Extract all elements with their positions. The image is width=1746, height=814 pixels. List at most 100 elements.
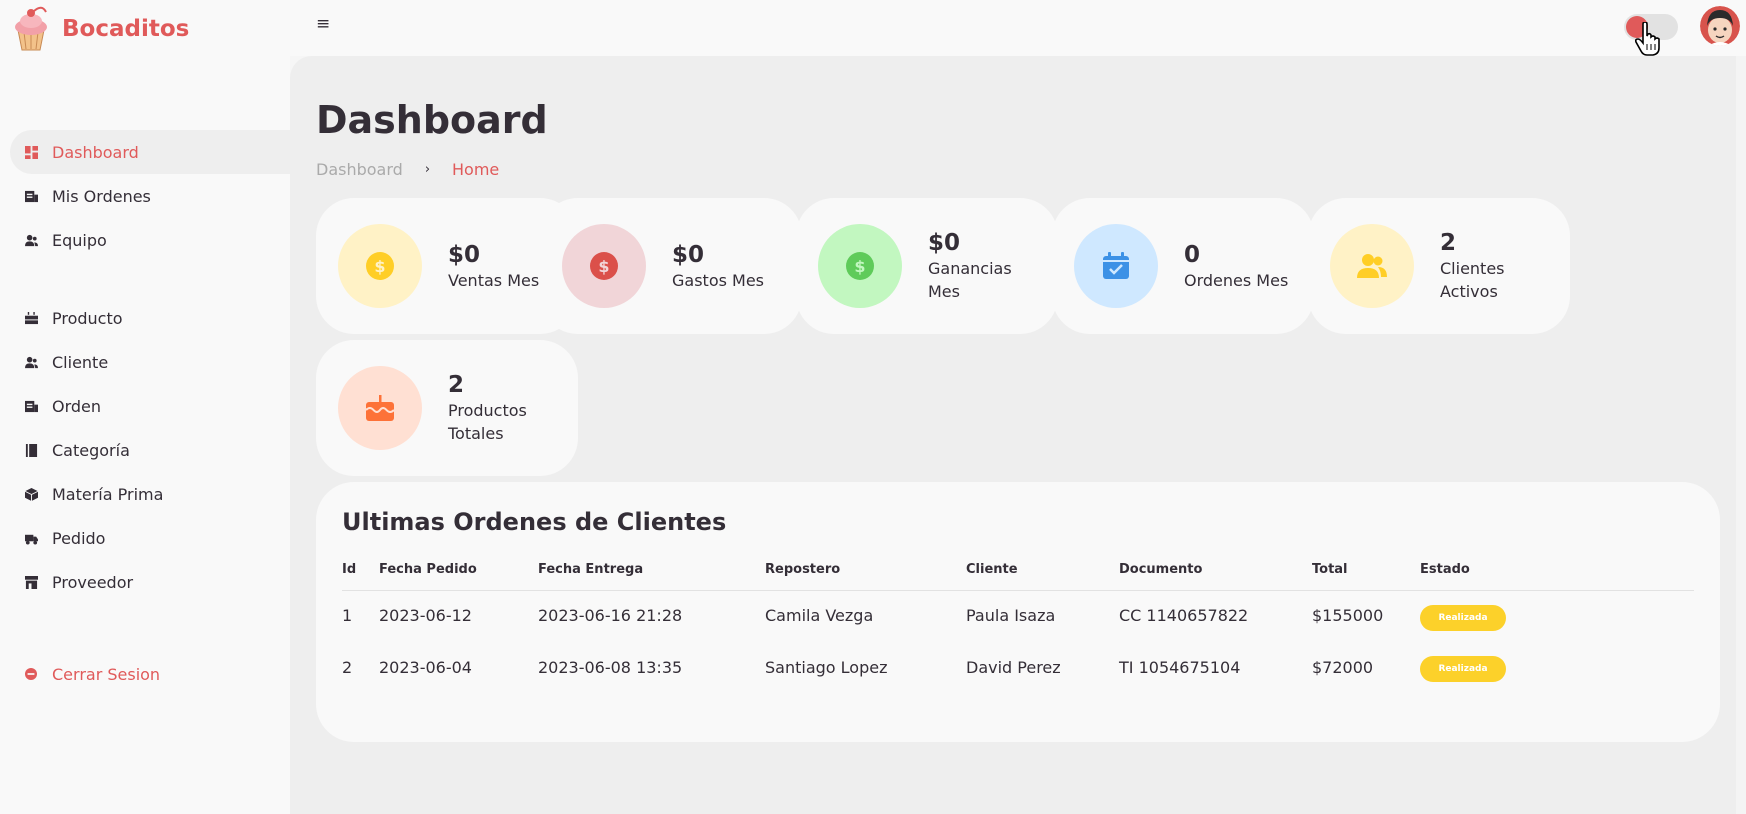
dollar-coin-icon: $ — [338, 224, 422, 308]
column-header-id[interactable]: Id — [342, 562, 356, 577]
svg-text:$: $ — [374, 257, 385, 276]
cell-repostero: Camila Vezga — [765, 606, 874, 625]
stat-card-ganancias: $ $0 Ganancias Mes — [796, 198, 1058, 334]
book-icon — [24, 443, 38, 457]
cell-repostero: Santiago Lopez — [765, 658, 888, 677]
cell-cliente: David Perez — [966, 658, 1061, 677]
stat-card-gastos: $ $0 Gastos Mes — [540, 198, 802, 334]
column-header-fecha-entrega[interactable]: Fecha Entrega — [538, 562, 643, 577]
stat-label: Ventas Mes — [448, 270, 540, 290]
sidebar-item-mis-ordenes[interactable]: Mis Ordenes — [10, 174, 290, 218]
sidebar-item-label: Cliente — [52, 352, 109, 372]
box-icon — [24, 487, 38, 501]
cell-fecha-pedido: 2023-06-12 — [379, 606, 472, 625]
users-icon — [24, 233, 38, 247]
breadcrumb: Dashboard › Home — [316, 160, 499, 179]
brand-name: Bocaditos — [62, 16, 190, 42]
avatar-icon — [1700, 6, 1740, 46]
sidebar: Dashboard Mis Ordenes Equipo Producto Cl… — [0, 56, 290, 814]
top-navbar: Bocaditos ≡ — [0, 0, 1746, 56]
column-header-documento[interactable]: Documento — [1119, 562, 1202, 577]
sidebar-item-materia-prima[interactable]: Matería Prima — [10, 472, 290, 516]
sidebar-menu-main: Producto Cliente Orden Categoría Matería… — [10, 296, 290, 604]
stat-value: 2 — [448, 372, 465, 398]
stat-label: Ganancias Mes — [928, 259, 1012, 301]
sidebar-item-label: Orden — [52, 396, 102, 416]
cell-id: 1 — [342, 606, 353, 625]
sidebar-item-categoria[interactable]: Categoría — [10, 428, 290, 472]
main-content: Dashboard Dashboard › Home $ $0 Ventas M… — [290, 56, 1736, 814]
user-avatar[interactable] — [1700, 6, 1740, 46]
logout-icon — [24, 667, 38, 681]
cell-fecha-pedido: 2023-06-04 — [379, 658, 472, 677]
stat-value: $0 — [448, 241, 481, 268]
svg-text:$: $ — [854, 257, 865, 276]
store-icon — [24, 575, 38, 589]
orders-title: Ultimas Ordenes de Clientes — [342, 508, 727, 536]
sidebar-menu-top: Dashboard Mis Ordenes Equipo — [10, 130, 290, 262]
receipt-icon — [24, 189, 38, 203]
stat-label: Clientes Activos — [1440, 259, 1505, 301]
truck-icon — [24, 531, 38, 545]
cell-fecha-entrega: 2023-06-08 13:35 — [538, 658, 683, 677]
sidebar-item-label: Mis Ordenes — [52, 186, 151, 206]
breadcrumb-current[interactable]: Home — [452, 160, 499, 179]
cupcake-logo-icon — [15, 6, 47, 51]
sidebar-item-orden[interactable]: Orden — [10, 384, 290, 428]
menu-toggle-icon[interactable]: ≡ — [316, 14, 330, 34]
cell-total: $72000 — [1312, 658, 1374, 677]
recent-orders-panel: Ultimas Ordenes de Clientes Id Fecha Ped… — [316, 482, 1720, 742]
sidebar-item-label: Proveedor — [52, 572, 134, 592]
sidebar-menu-bottom: Cerrar Sesion — [10, 652, 290, 696]
sidebar-item-logout[interactable]: Cerrar Sesion — [10, 652, 290, 696]
receipt-icon — [24, 399, 38, 413]
sidebar-item-equipo[interactable]: Equipo — [10, 218, 290, 262]
dollar-coin-icon: $ — [818, 224, 902, 308]
cell-cliente: Paula Isaza — [966, 606, 1056, 625]
dollar-coin-icon: $ — [562, 224, 646, 308]
scrollbar[interactable] — [1736, 56, 1746, 814]
column-header-estado[interactable]: Estado — [1420, 562, 1470, 577]
column-header-fecha-pedido[interactable]: Fecha Pedido — [379, 562, 477, 577]
sidebar-item-label: Equipo — [52, 230, 107, 250]
users-icon — [1330, 224, 1414, 308]
sidebar-item-label: Categoría — [52, 440, 130, 460]
sidebar-item-cliente[interactable]: Cliente — [10, 340, 290, 384]
breadcrumb-parent[interactable]: Dashboard — [316, 160, 403, 179]
cake-icon — [338, 366, 422, 450]
status-badge: Realizada — [1420, 605, 1506, 631]
column-header-cliente[interactable]: Cliente — [966, 562, 1018, 577]
sidebar-item-label: Dashboard — [52, 142, 139, 162]
cell-id: 2 — [342, 658, 353, 677]
column-header-total[interactable]: Total — [1312, 562, 1348, 577]
chevron-right-icon: › — [424, 162, 431, 177]
user-group-icon — [24, 355, 38, 369]
stat-label: Ordenes Mes — [1184, 270, 1289, 290]
sidebar-item-proveedor[interactable]: Proveedor — [10, 560, 290, 604]
stat-card-ventas: $ $0 Ventas Mes — [316, 198, 578, 334]
cell-total: $155000 — [1312, 606, 1384, 625]
cell-fecha-entrega: 2023-06-16 21:28 — [538, 606, 683, 625]
stat-card-productos: 2 Productos Totales — [316, 340, 578, 476]
cell-documento: TI 1054675104 — [1119, 658, 1241, 677]
column-header-repostero[interactable]: Repostero — [765, 562, 840, 577]
table-header-divider — [342, 590, 1694, 591]
calendar-check-icon — [1074, 224, 1158, 308]
sidebar-item-label: Pedido — [52, 528, 106, 548]
cell-documento: CC 1140657822 — [1119, 606, 1249, 625]
stat-value: $0 — [928, 230, 961, 256]
sidebar-item-producto[interactable]: Producto — [10, 296, 290, 340]
brand[interactable]: Bocaditos — [8, 6, 189, 52]
stat-label: Gastos Mes — [672, 270, 765, 290]
dashboard-icon — [24, 145, 38, 159]
status-badge: Realizada — [1420, 656, 1506, 682]
sidebar-item-dashboard[interactable]: Dashboard — [10, 130, 290, 174]
sidebar-item-label: Cerrar Sesion — [52, 664, 161, 684]
sidebar-item-pedido[interactable]: Pedido — [10, 516, 290, 560]
stat-value: 0 — [1184, 241, 1201, 268]
stat-value: 2 — [1440, 230, 1457, 256]
stat-label: Productos Totales — [448, 401, 527, 443]
svg-text:$: $ — [598, 257, 609, 276]
hand-pointer-icon — [1634, 22, 1660, 56]
stat-value: $0 — [672, 241, 705, 268]
